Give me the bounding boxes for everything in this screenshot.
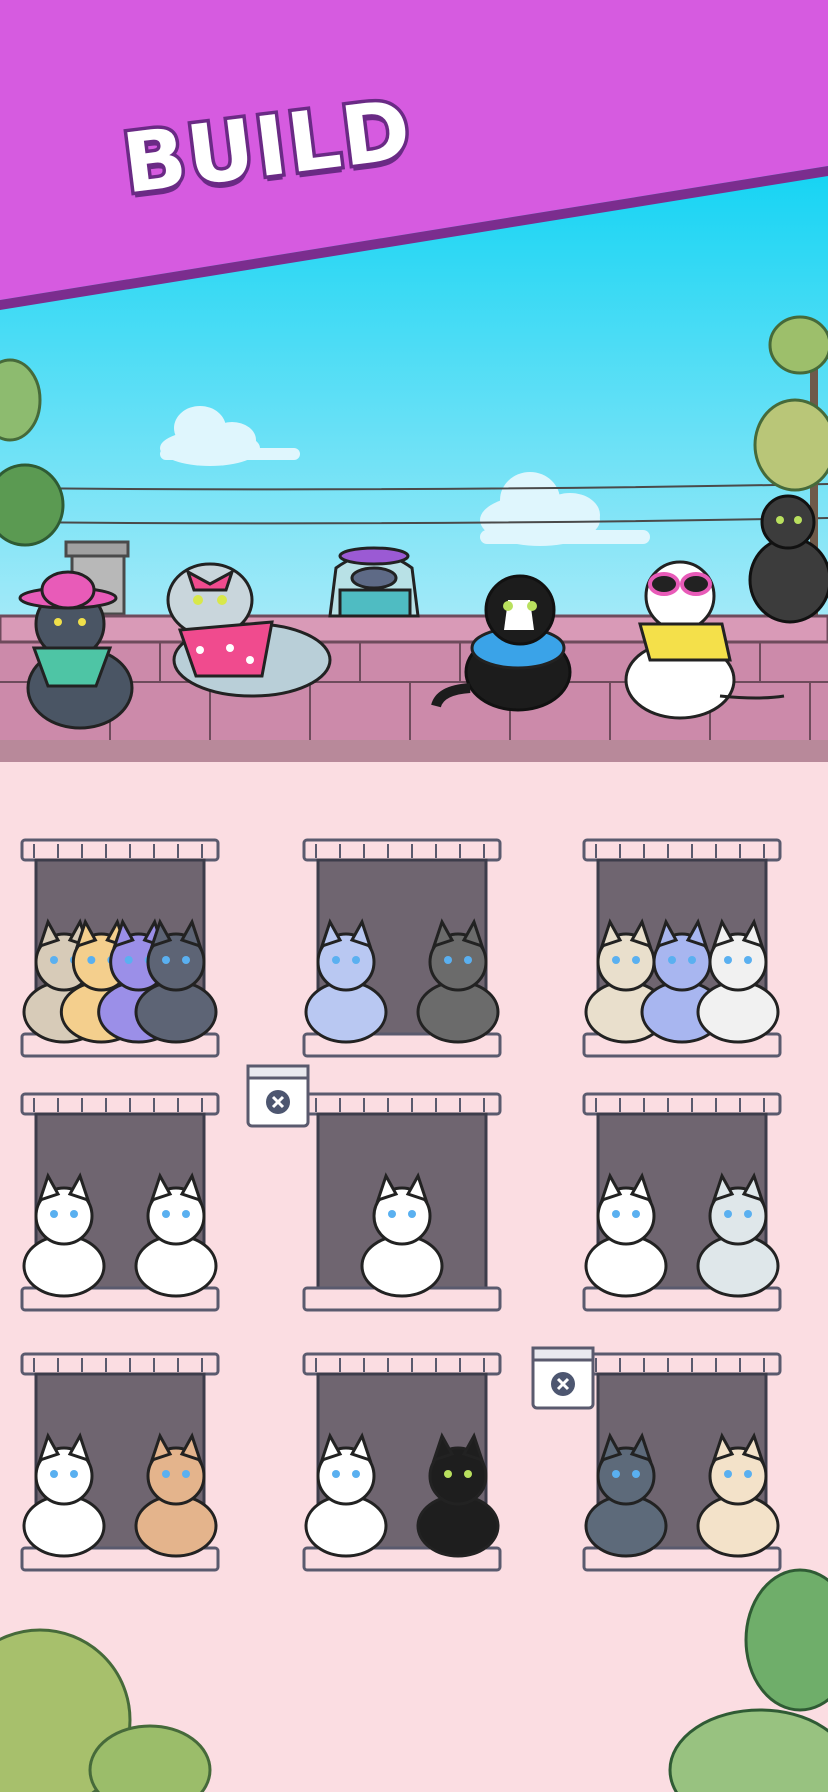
game-scene — [0, 0, 828, 1792]
empty-slot-left[interactable] — [246, 1064, 310, 1128]
roof-cat-3[interactable] — [328, 546, 420, 618]
empty-slot-right[interactable] — [531, 1346, 595, 1410]
windows-grid — [20, 838, 782, 1572]
